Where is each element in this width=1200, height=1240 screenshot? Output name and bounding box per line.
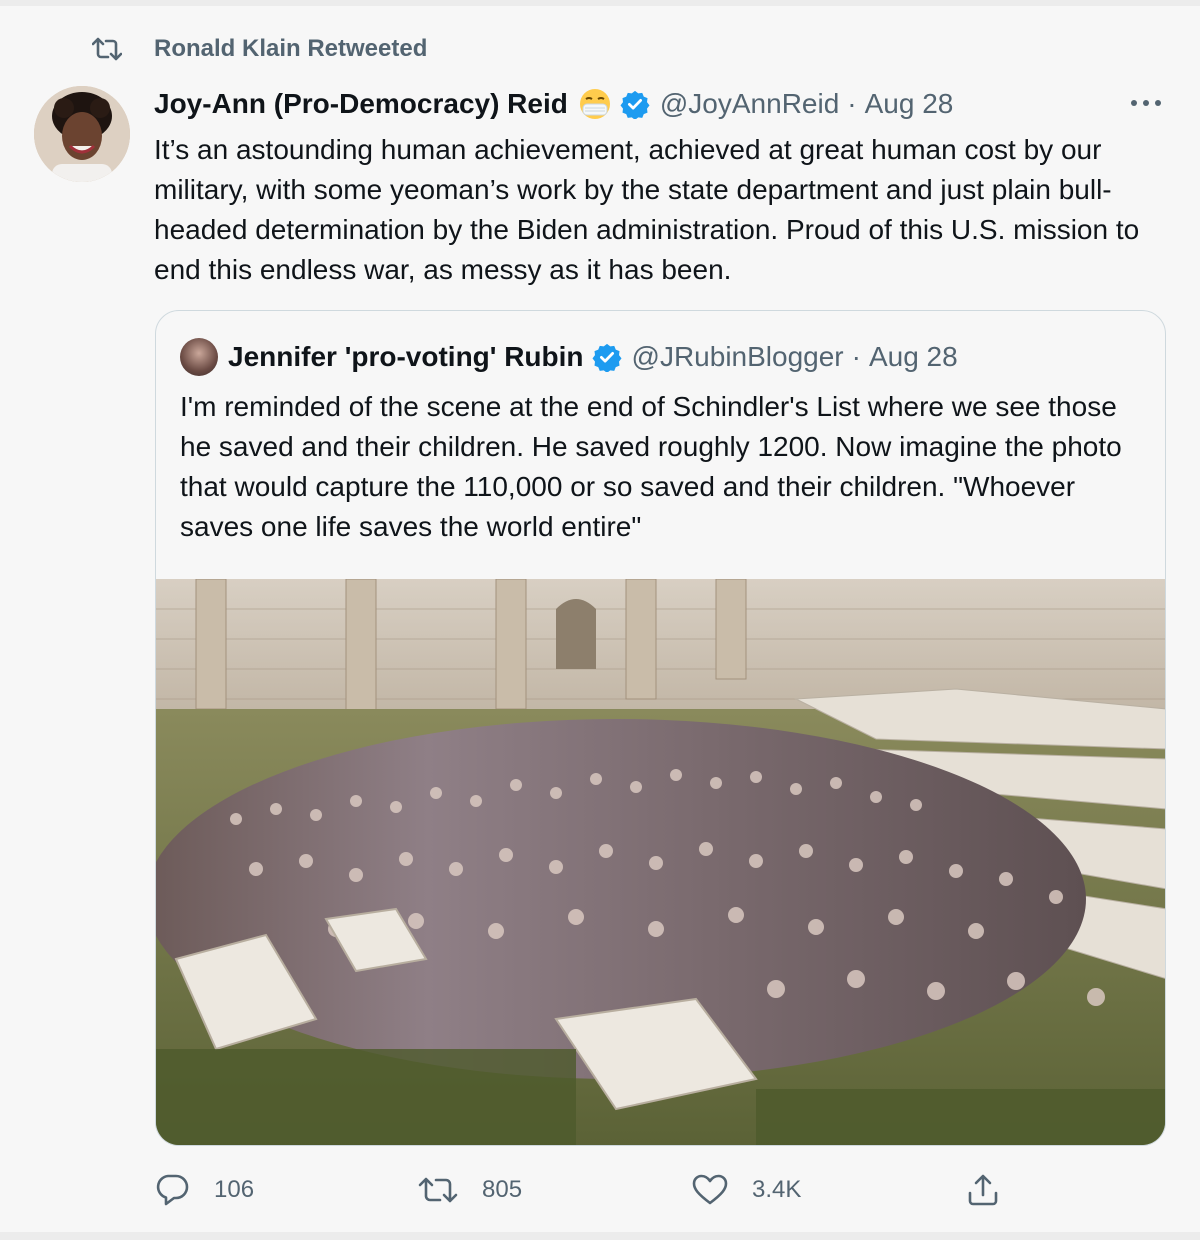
quoted-author-handle: @JRubinBlogger: [631, 341, 844, 372]
quoted-tweet-date: Aug 28: [868, 341, 958, 372]
retweet-icon: [91, 36, 123, 62]
quoted-tweet[interactable]: Jennifer 'pro-voting' Rubin @JRubinBlogg…: [155, 310, 1166, 1146]
reply-count: 106: [214, 1176, 255, 1203]
retweet-context: Ronald Klain Retweeted: [91, 34, 427, 64]
share-button[interactable]: [966, 1170, 1000, 1210]
retweet-count: 805: [482, 1176, 523, 1203]
reply-button[interactable]: 106: [154, 1170, 254, 1210]
author-avatar[interactable]: [34, 86, 130, 182]
face-with-medical-mask-icon: [578, 87, 612, 121]
tweet-actions: 106 805 3.4K: [154, 1170, 1054, 1210]
quoted-author-avatar: [180, 338, 218, 376]
retweet-button[interactable]: 805: [418, 1170, 522, 1210]
author-handle[interactable]: @JoyAnnReid: [660, 88, 839, 120]
author-name[interactable]: Joy-Ann (Pro-Democracy) Reid: [154, 88, 568, 120]
tweet-card[interactable]: Ronald Klain Retweeted Joy-Ann (Pro-Demo…: [0, 6, 1200, 1232]
verified-badge-icon: [592, 342, 622, 373]
more-icon[interactable]: [1128, 96, 1164, 110]
tweet-header: Joy-Ann (Pro-Democracy) Reid @JoyAnnReid…: [154, 84, 953, 124]
quoted-tweet-text: I'm reminded of the scene at the end of …: [180, 391, 1122, 542]
separator-dot: ·: [851, 341, 861, 372]
reply-icon: [154, 1173, 190, 1207]
bottom-divider: [0, 1232, 1200, 1240]
tweet-text: It’s an astounding human achievement, ac…: [154, 134, 1140, 285]
retweet-icon: [418, 1175, 458, 1205]
quoted-tweet-header: Jennifer 'pro-voting' Rubin @JRubinBlogg…: [180, 338, 958, 376]
quoted-tweet-photo[interactable]: [156, 579, 1165, 1145]
tweet-date[interactable]: Aug 28: [865, 88, 954, 120]
heart-icon: [692, 1174, 728, 1206]
retweeted-by-link[interactable]: Ronald Klain Retweeted: [154, 35, 427, 63]
like-count: 3.4K: [752, 1176, 802, 1203]
share-icon: [966, 1173, 1000, 1207]
quoted-author-name: Jennifer 'pro-voting' Rubin: [228, 341, 584, 372]
like-button[interactable]: 3.4K: [692, 1170, 801, 1210]
separator-dot: ·: [847, 88, 857, 119]
verified-badge-icon: [620, 89, 650, 120]
